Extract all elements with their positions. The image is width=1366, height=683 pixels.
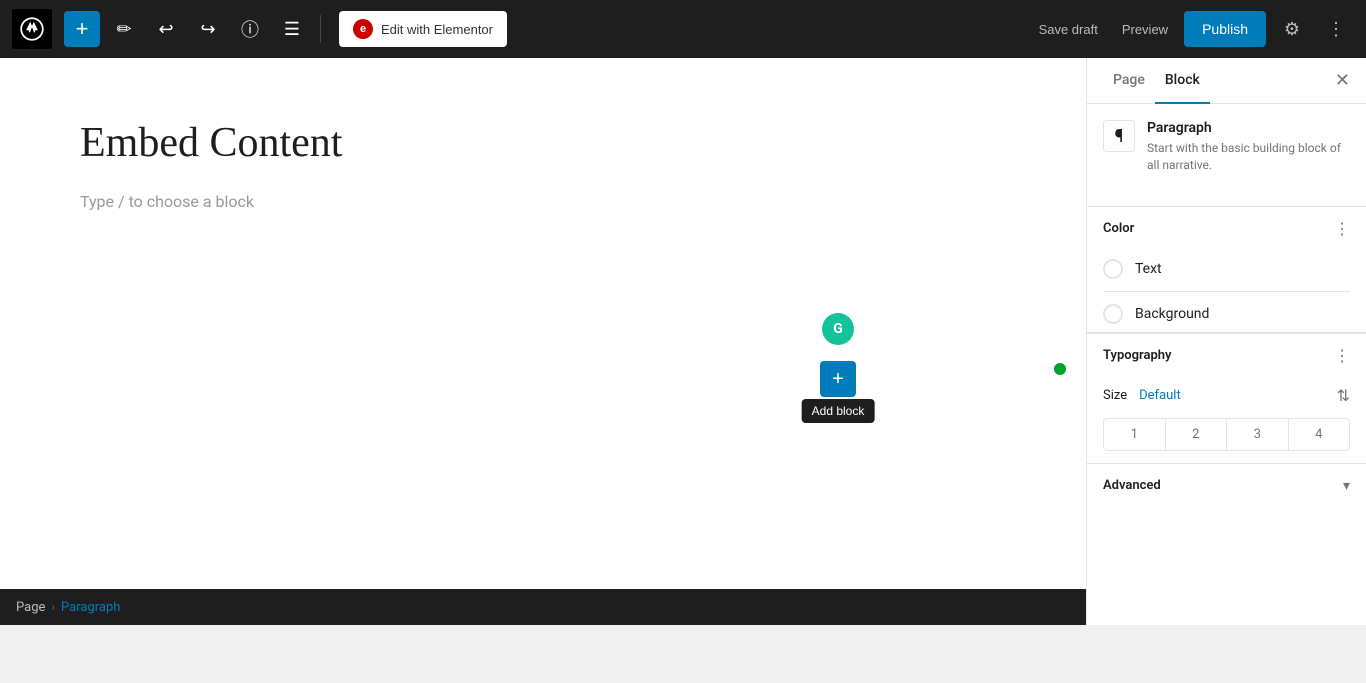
size-label: Size	[1103, 388, 1127, 403]
background-color-radio[interactable]	[1103, 304, 1123, 324]
add-block-button[interactable]: + Add block	[820, 361, 856, 397]
size-options: 1 2 3 4	[1103, 418, 1350, 451]
sidebar-close-button[interactable]: ✕	[1335, 58, 1350, 103]
more-options-button[interactable]: ⋮	[1318, 11, 1354, 47]
breadcrumb-separator: ›	[51, 600, 55, 614]
info-button[interactable]: ⓘ	[232, 11, 268, 47]
add-block-area: G + Add block	[820, 313, 856, 397]
edit-with-elementor-button[interactable]: e Edit with Elementor	[339, 11, 507, 47]
typography-section: Typography ⋮ Size Default ⇅ 1 2 3 4	[1087, 332, 1366, 463]
size-option-2[interactable]: 2	[1166, 419, 1228, 450]
breadcrumb-current[interactable]: Paragraph	[61, 600, 120, 615]
breadcrumb-page[interactable]: Page	[16, 600, 45, 615]
color-divider	[1103, 291, 1350, 292]
save-draft-button[interactable]: Save draft	[1031, 16, 1106, 43]
editor-area[interactable]: Embed Content Type / to choose a block G…	[0, 58, 1086, 625]
size-default-value: Default	[1139, 388, 1181, 403]
typography-title: Typography	[1103, 348, 1172, 363]
background-color-label: Background	[1135, 306, 1209, 322]
preview-button[interactable]: Preview	[1114, 16, 1176, 43]
size-option-4[interactable]: 4	[1289, 419, 1350, 450]
sidebar: Page Block ✕ ¶ Paragraph Start with the …	[1086, 58, 1366, 625]
add-block-tooltip: Add block	[802, 399, 875, 423]
settings-button[interactable]: ⚙	[1274, 11, 1310, 47]
add-block-topbar-button[interactable]: +	[64, 11, 100, 47]
undo-button[interactable]: ↩	[148, 11, 184, 47]
elementor-icon: e	[353, 19, 373, 39]
text-color-option[interactable]: Text	[1087, 251, 1366, 287]
color-more-button[interactable]: ⋮	[1334, 219, 1350, 239]
toolbar-separator	[320, 15, 321, 43]
pen-tool-button[interactable]: ✏	[106, 11, 142, 47]
size-option-3[interactable]: 3	[1227, 419, 1289, 450]
block-placeholder[interactable]: Type / to choose a block	[80, 192, 1006, 211]
grammarly-icon: G	[822, 313, 854, 345]
text-color-label: Text	[1135, 261, 1162, 277]
typography-more-button[interactable]: ⋮	[1334, 346, 1350, 366]
post-title[interactable]: Embed Content	[80, 118, 1006, 168]
green-status-dot	[1054, 363, 1066, 375]
color-section-title: Color	[1103, 221, 1134, 236]
color-section-header: Color ⋮	[1087, 206, 1366, 251]
text-color-radio[interactable]	[1103, 259, 1123, 279]
block-panel: ¶ Paragraph Start with the basic buildin…	[1087, 104, 1366, 206]
advanced-section[interactable]: Advanced ▾	[1087, 463, 1366, 508]
advanced-title: Advanced	[1103, 478, 1161, 493]
publish-button[interactable]: Publish	[1184, 11, 1266, 47]
tab-page[interactable]: Page	[1103, 58, 1155, 104]
redo-button[interactable]: ↪	[190, 11, 226, 47]
block-type-header: ¶ Paragraph Start with the basic buildin…	[1103, 120, 1350, 174]
block-type-name: Paragraph	[1147, 120, 1350, 136]
breadcrumb: Page › Paragraph	[0, 589, 1086, 625]
tab-block[interactable]: Block	[1155, 58, 1210, 104]
topbar: + ✏ ↩ ↪ ⓘ ☰ e Edit with Elementor Save d…	[0, 0, 1366, 58]
wp-logo[interactable]	[12, 9, 52, 49]
block-type-description: Start with the basic building block of a…	[1147, 140, 1350, 174]
sidebar-tabs: Page Block ✕	[1087, 58, 1366, 104]
chevron-down-icon: ▾	[1343, 478, 1350, 494]
background-color-option[interactable]: Background	[1087, 296, 1366, 332]
main-layout: Embed Content Type / to choose a block G…	[0, 58, 1366, 625]
list-view-button[interactable]: ☰	[274, 11, 310, 47]
topbar-right-actions: Save draft Preview Publish ⚙ ⋮	[1031, 11, 1354, 47]
size-row: Size Default ⇅	[1087, 378, 1366, 414]
block-type-info: Paragraph Start with the basic building …	[1147, 120, 1350, 174]
typography-section-header: Typography ⋮	[1087, 333, 1366, 378]
size-option-1[interactable]: 1	[1104, 419, 1166, 450]
paragraph-icon: ¶	[1103, 120, 1135, 152]
size-controls-button[interactable]: ⇅	[1337, 386, 1350, 406]
